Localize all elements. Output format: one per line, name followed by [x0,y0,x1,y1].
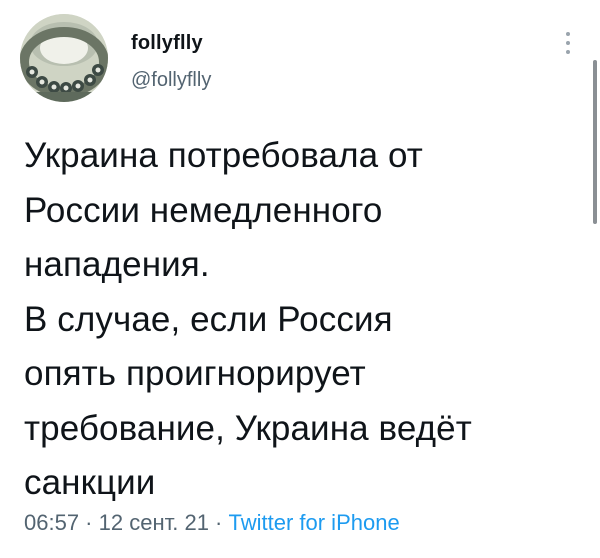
tweet-text-line: санкции [24,463,156,502]
tweet-text-line: России немедленного [24,190,383,230]
tweet-text-line: В случае, если Россия [24,299,393,339]
meta-separator: · [79,510,99,535]
tweet-date[interactable]: 12 сент. 21 [99,510,209,535]
tweet-source-link[interactable]: Twitter for iPhone [229,510,400,535]
tweet-text-line: Украина потребовала от [24,136,423,175]
avatar-image [20,14,108,102]
tweet-text: Украина потребовала от России немедленно… [24,129,584,511]
more-vertical-icon[interactable] [561,30,575,56]
tweet-card: follyflly @follyflly Украина потребовала… [0,0,600,558]
user-handle[interactable]: @follyflly [131,68,211,92]
display-name[interactable]: follyflly [131,31,203,55]
tweet-time[interactable]: 06:57 [24,510,79,535]
meta-separator: · [208,510,229,535]
tweet-text-line: нападения. [24,245,210,284]
avatar[interactable] [20,14,108,102]
tweet-text-line: опять проигнорирует [24,354,366,393]
scrollbar[interactable] [593,60,597,224]
tweet-meta: 06:57 · 12 сент. 21 · Twitter for iPhone [24,509,400,537]
tweet-text-line: требование, Украина ведёт [24,408,472,448]
